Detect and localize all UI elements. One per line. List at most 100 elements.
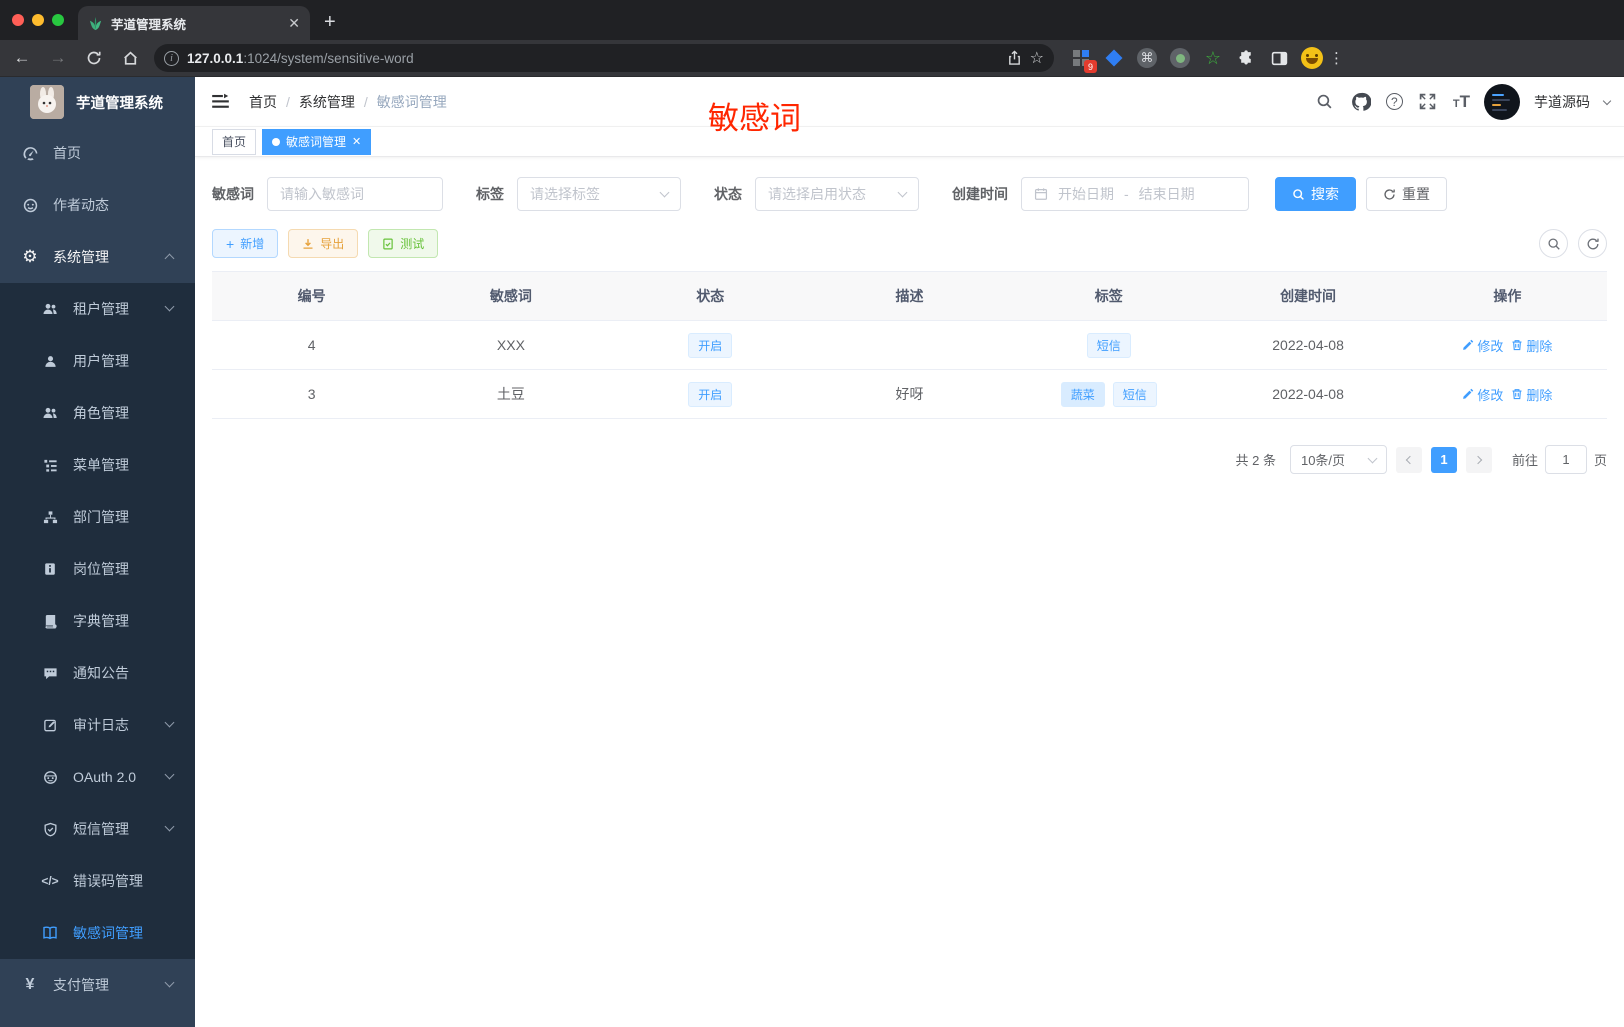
- document-check-icon: [382, 238, 394, 250]
- ext-grid-badge-icon[interactable]: 9: [1068, 45, 1097, 73]
- forward-icon[interactable]: →: [44, 44, 72, 72]
- org-tree-icon: [41, 508, 59, 526]
- cell-desc: [810, 321, 1009, 369]
- sidebar-item-author-news[interactable]: 作者动态: [0, 179, 195, 231]
- edit-button[interactable]: 修改: [1462, 385, 1503, 404]
- reset-button[interactable]: 重置: [1366, 177, 1447, 211]
- test-button[interactable]: 测试: [368, 229, 439, 258]
- side-panel-icon[interactable]: [1266, 45, 1292, 71]
- user-menu-caret-icon[interactable]: [1602, 96, 1612, 105]
- status-select[interactable]: 请选择启用状态: [755, 177, 919, 211]
- tag-badge: 短信: [1112, 381, 1157, 407]
- github-icon[interactable]: [1350, 91, 1372, 113]
- prev-page-button[interactable]: [1395, 446, 1422, 473]
- search-button[interactable]: 搜索: [1275, 177, 1356, 211]
- rabbit-logo: [30, 85, 64, 119]
- plus-icon: +: [226, 235, 235, 252]
- close-tab-icon[interactable]: ✕: [352, 135, 361, 148]
- browser-menu-icon[interactable]: ⋮: [1329, 49, 1344, 67]
- sidebar-item-tenant[interactable]: 租户管理: [0, 283, 195, 335]
- reload-icon[interactable]: [80, 44, 108, 72]
- pencil-icon: [1462, 388, 1474, 400]
- date-range-picker[interactable]: 开始日期 - 结束日期: [1021, 177, 1249, 211]
- extensions-puzzle-icon[interactable]: [1233, 45, 1259, 71]
- delete-button[interactable]: 删除: [1511, 385, 1552, 404]
- table-row: 3 土豆 开启 好呀 蔬菜 短信 2022-04-08 修改 删除: [212, 369, 1607, 418]
- export-button[interactable]: 导出: [288, 229, 359, 258]
- sidebar-item-post[interactable]: 岗位管理: [0, 543, 195, 595]
- calendar-icon: [1034, 187, 1048, 201]
- collapse-sidebar-icon[interactable]: [209, 91, 231, 113]
- gear-icon: ⚙: [22, 247, 38, 266]
- code-icon: </>: [41, 874, 59, 888]
- author-chat-icon: [21, 196, 39, 214]
- maximize-window-button[interactable]: [52, 14, 64, 26]
- next-page-button[interactable]: [1465, 446, 1492, 473]
- app-logo-row[interactable]: 芋道管理系统: [0, 77, 195, 127]
- sidebar-item-label: 作者动态: [53, 197, 109, 213]
- close-window-button[interactable]: [12, 14, 24, 26]
- sidebar-item-audit-log[interactable]: 审计日志: [0, 699, 195, 751]
- url-text[interactable]: 127.0.0.1:1024/system/sensitive-word: [187, 51, 999, 66]
- share-icon[interactable]: [1007, 50, 1022, 66]
- tag-select[interactable]: 请选择标签: [517, 177, 681, 211]
- sidebar-item-sensitive-word[interactable]: 敏感词管理: [0, 907, 195, 959]
- home-icon[interactable]: [116, 44, 144, 72]
- new-tab-button[interactable]: +: [324, 11, 336, 34]
- sidebar-item-pay[interactable]: ¥ 支付管理: [0, 959, 195, 1011]
- sidebar-item-sms[interactable]: 短信管理: [0, 803, 195, 855]
- hide-search-icon[interactable]: [1539, 229, 1568, 258]
- search-icon[interactable]: [1314, 91, 1336, 113]
- trash-icon: [1511, 388, 1523, 400]
- breadcrumb-home[interactable]: 首页: [249, 92, 277, 112]
- add-button[interactable]: + 新增: [212, 229, 279, 258]
- back-icon[interactable]: ←: [8, 44, 36, 72]
- sidebar-item-dict[interactable]: 字典管理: [0, 595, 195, 647]
- ext-record-icon[interactable]: [1167, 45, 1193, 71]
- keyword-input[interactable]: [280, 186, 430, 202]
- sidebar-item-error-code[interactable]: </> 错误码管理: [0, 855, 195, 907]
- ext-green-star-icon[interactable]: ☆: [1200, 45, 1226, 71]
- ext-diamond-icon[interactable]: [1101, 45, 1127, 71]
- tab-close-icon[interactable]: ✕: [288, 15, 300, 32]
- page-number-active[interactable]: 1: [1430, 446, 1457, 473]
- delete-button[interactable]: 删除: [1511, 336, 1552, 355]
- edit-button[interactable]: 修改: [1462, 336, 1503, 355]
- post-badge-icon: [41, 560, 59, 578]
- sidebar-item-user[interactable]: 用户管理: [0, 335, 195, 387]
- user-avatar[interactable]: [1484, 83, 1520, 120]
- sidebar-item-home[interactable]: 首页: [0, 127, 195, 179]
- sidebar-item-oauth[interactable]: OAuth 2.0: [0, 751, 195, 803]
- sidebar-item-role[interactable]: 角色管理: [0, 387, 195, 439]
- tags-view-tab-sensitive-word[interactable]: 敏感词管理 ✕: [262, 128, 372, 155]
- bookmark-star-icon[interactable]: ☆: [1030, 48, 1044, 68]
- table-header-row: 编号 敏感词 状态 描述 标签 创建时间 操作: [212, 271, 1607, 320]
- sidebar-item-dept[interactable]: 部门管理: [0, 491, 195, 543]
- minimize-window-button[interactable]: [32, 14, 44, 26]
- address-bar[interactable]: i 127.0.0.1:1024/system/sensitive-word ☆: [154, 44, 1054, 72]
- site-info-icon[interactable]: i: [164, 50, 179, 66]
- chevron-down-icon: [164, 301, 175, 312]
- goto-page-input[interactable]: [1544, 445, 1587, 474]
- sidebar-item-notice[interactable]: 通知公告: [0, 647, 195, 699]
- profile-avatar-icon[interactable]: [1299, 45, 1325, 71]
- app-header: 首页 / 系统管理 / 敏感词管理 ? TT 芋道源码: [195, 77, 1624, 127]
- page-size-select[interactable]: 10条/页: [1289, 445, 1387, 474]
- cell-created: 2022-04-08: [1272, 337, 1344, 353]
- active-tab-dot: [272, 137, 281, 146]
- browser-tab[interactable]: 芋道管理系统 ✕: [78, 6, 310, 40]
- ext-command-icon[interactable]: ⌘: [1134, 45, 1160, 71]
- sidebar-item-label: OAuth 2.0: [73, 769, 137, 785]
- user-name[interactable]: 芋道源码: [1534, 92, 1590, 112]
- keyword-input-wrap: [267, 177, 443, 211]
- tags-view-tab-home[interactable]: 首页: [212, 128, 257, 155]
- fullscreen-icon[interactable]: [1417, 91, 1439, 113]
- sidebar-item-menu[interactable]: 菜单管理: [0, 439, 195, 491]
- download-icon: [302, 238, 314, 250]
- breadcrumb-section[interactable]: 系统管理: [299, 92, 355, 112]
- help-icon[interactable]: ?: [1385, 93, 1403, 110]
- refresh-icon[interactable]: [1578, 229, 1607, 258]
- sidebar-item-system[interactable]: ⚙ 系统管理: [0, 231, 195, 283]
- font-size-icon[interactable]: TT: [1453, 92, 1470, 112]
- window-controls[interactable]: [12, 14, 64, 26]
